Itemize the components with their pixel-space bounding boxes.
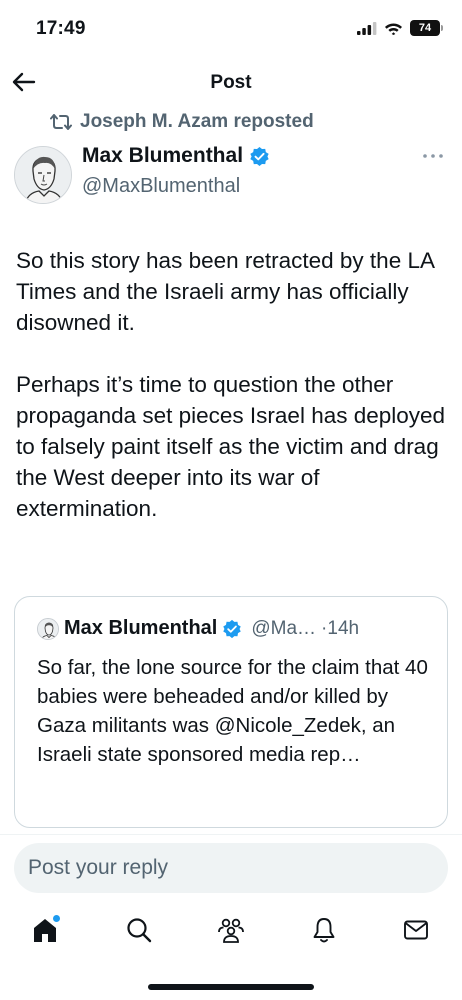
avatar-portrait-small [38,618,58,639]
tab-notifications[interactable] [308,914,340,946]
more-dots-icon [423,154,443,158]
page-title: Post [210,72,252,93]
reply-composer[interactable] [14,843,448,893]
more-options-button[interactable] [422,148,444,164]
author-handle[interactable]: @MaxBlumenthal [82,175,240,198]
author-avatar[interactable] [14,146,72,204]
bottom-tab-bar [0,910,462,954]
battery-indicator: 74 [410,20,443,36]
home-indicator [148,984,314,990]
quoted-post-time: ·14h [321,617,360,639]
tab-search[interactable] [123,914,155,946]
author-name: Max Blumenthal [82,144,244,167]
verified-badge-icon [250,146,269,166]
repost-icon [50,114,72,130]
tweet-text: So this story has been retracted by the … [16,245,446,555]
messages-icon [404,920,428,940]
home-notification-dot [53,915,60,922]
verified-badge-icon [223,619,242,638]
quoted-author-name: Max Blumenthal [64,617,218,639]
notifications-icon [313,918,335,943]
reply-input[interactable] [28,843,428,893]
tweet-paragraph: So this story has been retracted by the … [16,248,434,335]
communities-icon [218,918,244,943]
status-icons: 74 [357,20,443,36]
repost-indicator[interactable]: Joseph M. Azam reposted [50,111,314,133]
status-bar: 17:49 74 [0,0,462,56]
signal-icon [357,21,377,35]
tab-communities[interactable] [215,914,247,946]
search-icon [127,918,152,943]
quoted-post-text: So far, the lone source for the claim th… [37,656,428,766]
author-name-row[interactable]: Max Blumenthal [82,144,270,168]
quoted-author-avatar [37,617,59,640]
avatar-portrait [15,147,71,203]
quoted-author-handle: @Ma… [251,617,317,639]
tab-messages[interactable] [400,914,432,946]
tab-home[interactable] [29,914,61,946]
quoted-post-card[interactable]: Max Blumenthal @Ma… ·14h So far, the lon… [14,596,448,828]
quoted-post-header: Max Blumenthal @Ma… ·14h [37,617,359,640]
post-header: Post [0,60,462,104]
repost-label: Joseph M. Azam reposted [80,111,314,132]
status-time: 17:49 [36,18,86,39]
tweet-paragraph: Perhaps it’s time to question the other … [16,372,446,521]
wifi-icon [385,23,402,35]
divider [0,834,462,835]
